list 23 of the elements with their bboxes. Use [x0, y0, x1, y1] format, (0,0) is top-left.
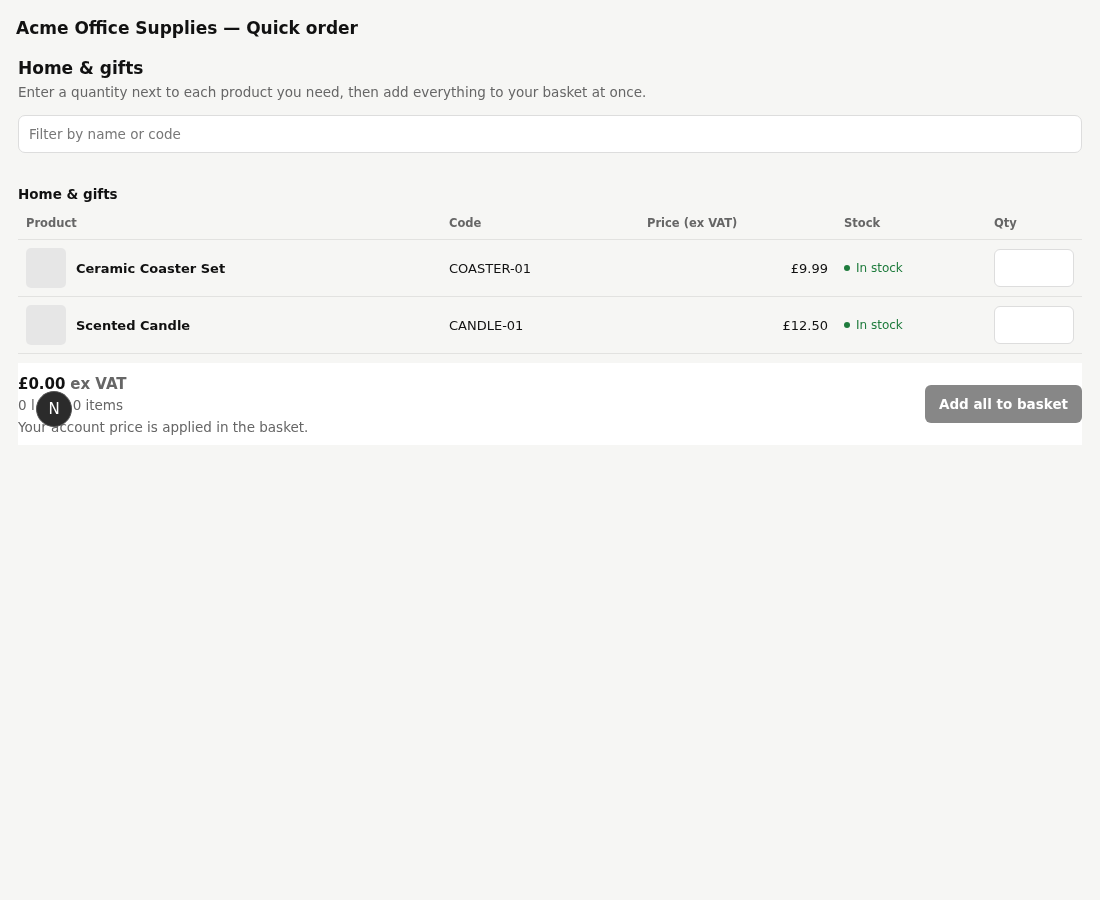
- product-name: Ceramic Coaster Set: [76, 260, 226, 276]
- item-count: 0 items: [72, 396, 124, 415]
- product-name: Scented Candle: [76, 317, 191, 333]
- stock-status: In stock: [856, 261, 903, 275]
- product-price: £12.50: [781, 317, 829, 333]
- line-count: 0 l: [18, 396, 35, 415]
- column-header: Product: [26, 216, 78, 230]
- column-header: Qty: [994, 216, 1018, 230]
- page-title: Acme Office Supplies — Quick order: [16, 17, 359, 40]
- intro-text: Enter a quantity next to each product you need, then add everything to your basket at once.: [18, 84, 648, 100]
- filter-field[interactable]: Filter by name or code: [18, 115, 1082, 153]
- stock-status: In stock: [856, 318, 903, 332]
- product-code: COASTER-01: [449, 260, 533, 276]
- quantity-field[interactable]: [994, 306, 1074, 344]
- quantity-field[interactable]: [994, 249, 1074, 287]
- column-header: Code: [449, 216, 483, 230]
- product-price: £9.99: [789, 260, 829, 276]
- product-code: CANDLE-01: [449, 317, 525, 333]
- category-heading: Home & gifts: [18, 185, 119, 203]
- order-total: £0.00 ex VAT: [18, 374, 128, 394]
- section-heading: Home & gifts: [18, 57, 145, 80]
- column-header: Stock: [844, 216, 882, 230]
- column-header: Price (ex VAT): [647, 216, 739, 230]
